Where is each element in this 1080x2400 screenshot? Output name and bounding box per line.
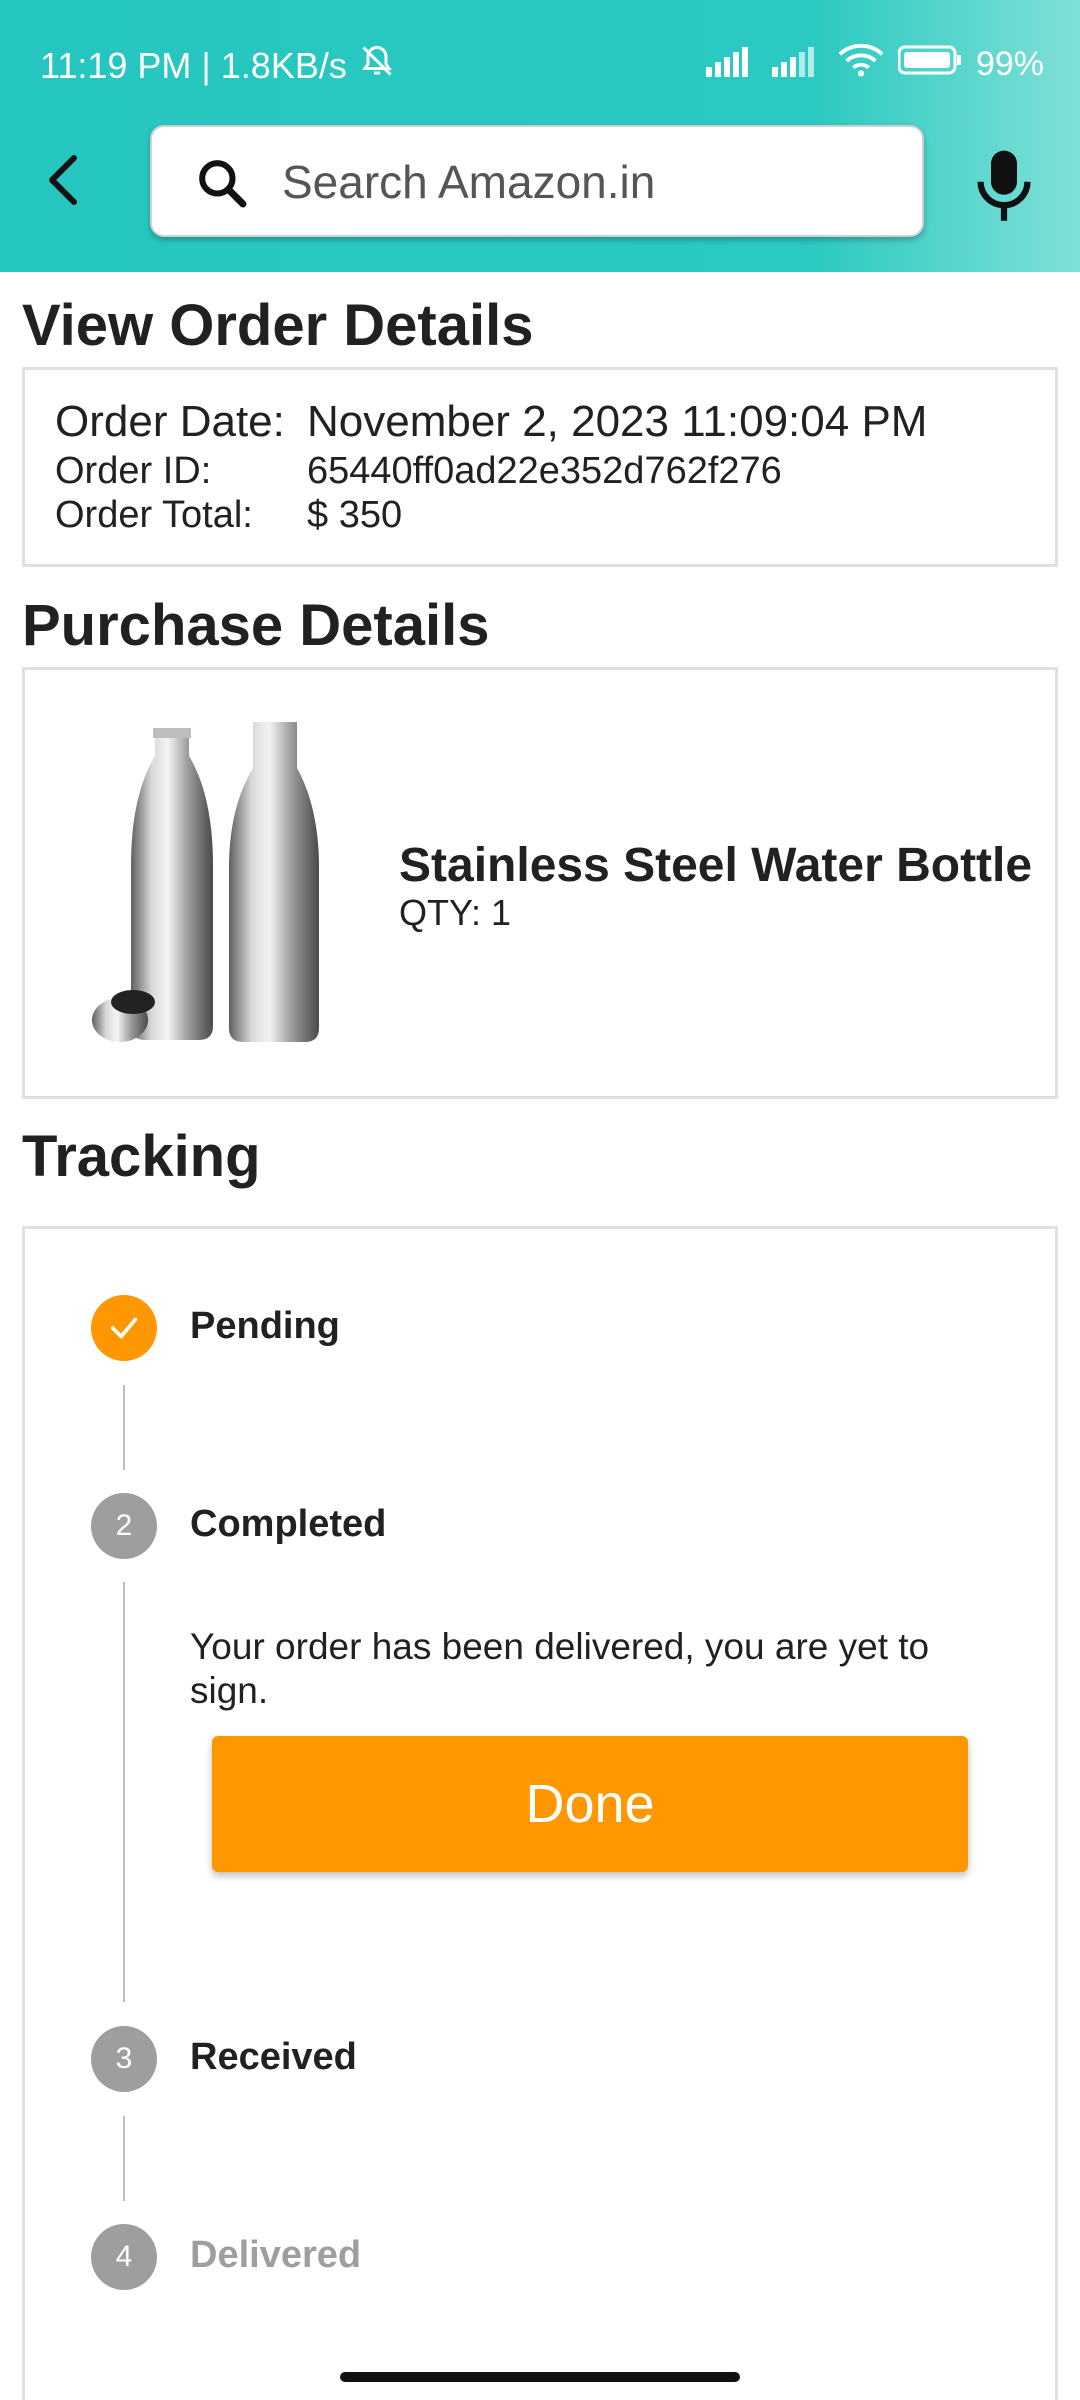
mute-bell-icon	[359, 42, 395, 89]
step-delivered-label: Delivered	[190, 2234, 362, 2276]
delivery-message: Your order has been delivered, you are y…	[190, 1626, 930, 1711]
step-received-label: Received	[190, 2036, 357, 2078]
step-connector-1	[123, 1385, 125, 1470]
order-info-grid: Order Date: November 2, 2023 11:09:04 PM…	[55, 395, 927, 537]
order-id-value: 65440ff0ad22e352d762f276	[307, 450, 782, 492]
app-header: 11:19 PM | 1.8KB/s 99% Search Amazon.in	[0, 0, 1080, 272]
wifi-icon	[838, 42, 884, 87]
battery-percent: 99%	[975, 45, 1044, 83]
order-id-label: Order ID:	[55, 450, 212, 492]
done-button[interactable]: Done	[212, 1736, 968, 1872]
product-qty: QTY: 1	[399, 892, 512, 933]
product-name[interactable]: Stainless Steel Water Bottle	[399, 838, 1032, 893]
mic-button[interactable]	[972, 148, 1036, 226]
microphone-icon	[977, 150, 1031, 221]
order-details-title: View Order Details	[22, 293, 534, 358]
search-icon	[199, 160, 247, 208]
order-date-label: Order Date:	[55, 397, 285, 446]
home-indicator[interactable]	[340, 2372, 740, 2382]
battery-icon	[897, 45, 962, 84]
back-arrow-icon	[49, 155, 77, 205]
step-1-check-icon	[91, 1295, 157, 1361]
search-placeholder: Search Amazon.in	[282, 156, 656, 208]
purchase-details-card: Stainless Steel Water Bottle QTY: 1	[22, 667, 1058, 1099]
back-button[interactable]	[28, 145, 98, 215]
water-bottle-image	[92, 722, 319, 1042]
step-pending-label: Pending	[190, 1305, 340, 1347]
status-left: 11:19 PM | 1.8KB/s	[40, 42, 395, 89]
step-4-circle: 4	[91, 2224, 157, 2290]
order-total-label: Order Total:	[55, 494, 253, 536]
step-completed-label: Completed	[190, 1503, 387, 1545]
status-right: 99%	[705, 42, 1044, 87]
signal-icon	[705, 43, 758, 86]
order-details-card: Order Date: November 2, 2023 11:09:04 PM…	[22, 367, 1058, 567]
step-connector-3	[123, 2116, 125, 2201]
order-date-value: November 2, 2023 11:09:04 PM	[307, 397, 928, 446]
signal-2-icon	[771, 43, 824, 86]
status-bar: 11:19 PM | 1.8KB/s 99%	[0, 0, 1080, 100]
status-time-speed: 11:19 PM | 1.8KB/s	[40, 44, 347, 86]
search-input[interactable]: Search Amazon.in	[150, 125, 924, 237]
step-connector-2	[123, 1582, 125, 2002]
step-2-circle: 2	[91, 1493, 157, 1559]
step-3-circle: 3	[91, 2026, 157, 2092]
tracking-title: Tracking	[22, 1124, 261, 1189]
order-total-value: $ 350	[307, 494, 403, 536]
purchase-details-title: Purchase Details	[22, 593, 490, 658]
nav-row: Search Amazon.in	[0, 120, 1080, 240]
